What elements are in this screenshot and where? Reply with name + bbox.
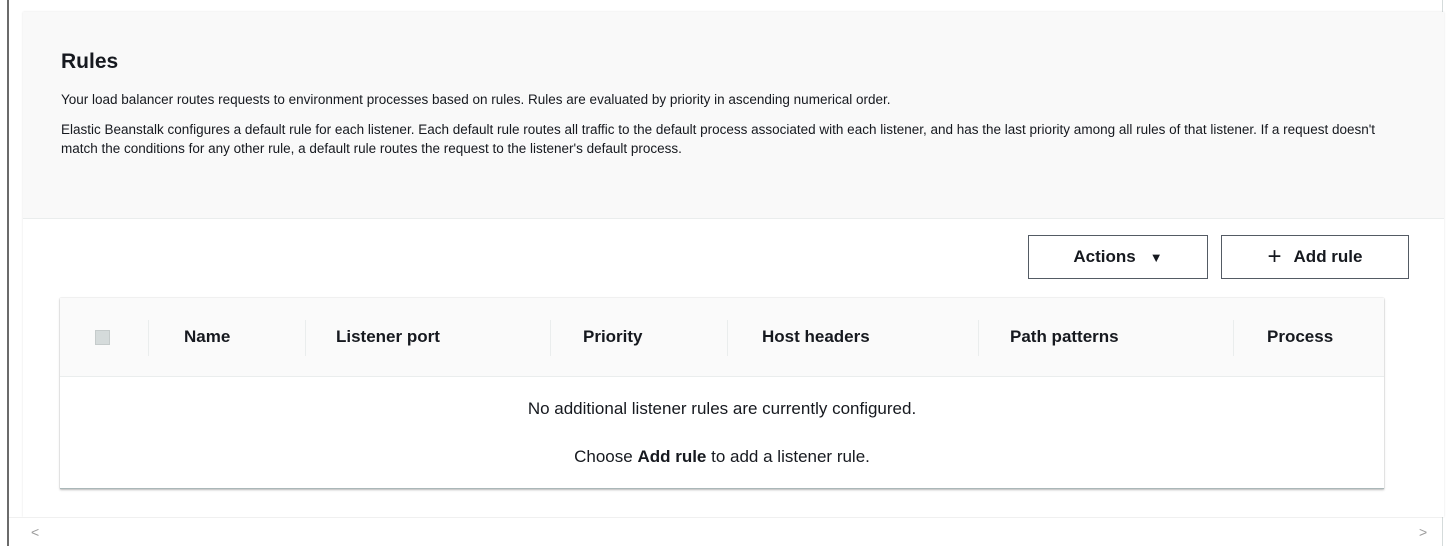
caret-down-icon: ▼: [1149, 249, 1163, 265]
panel-title: Rules: [61, 50, 119, 73]
empty-hint-prefix: Choose: [574, 447, 633, 466]
column-header-host-headers[interactable]: Host headers: [762, 298, 870, 376]
empty-hint-emphasis: Add rule: [637, 447, 707, 466]
column-separator: [550, 320, 551, 356]
scroll-left-icon[interactable]: <: [31, 524, 39, 540]
rules-table: Name Listener port Priority Host headers…: [60, 298, 1384, 489]
add-rule-label: Add rule: [1293, 247, 1363, 266]
column-separator: [727, 320, 728, 356]
window-frame: Rules Your load balancer routes requests…: [7, 0, 1444, 546]
actions-dropdown-button[interactable]: Actions ▼: [1028, 235, 1208, 279]
plus-icon: +: [1267, 243, 1282, 270]
empty-state-hint: Choose Add rule to add a listener rule.: [60, 447, 1384, 467]
column-header-name[interactable]: Name: [184, 298, 230, 376]
panel-header: Rules Your load balancer routes requests…: [23, 12, 1444, 219]
column-header-priority[interactable]: Priority: [583, 298, 643, 376]
column-header-path-patterns[interactable]: Path patterns: [1010, 298, 1119, 376]
actions-label: Actions: [1073, 247, 1136, 266]
rules-description: Your load balancer routes requests to en…: [61, 92, 891, 107]
horizontal-scrollbar[interactable]: < >: [9, 517, 1442, 547]
empty-state-message: No additional listener rules are current…: [527, 399, 917, 418]
column-separator: [305, 320, 306, 356]
column-separator: [1233, 320, 1234, 356]
column-header-listener-port[interactable]: Listener port: [336, 298, 440, 376]
column-separator: [148, 320, 149, 356]
column-header-process[interactable]: Process: [1267, 298, 1333, 376]
default-rule-description: Elastic Beanstalk configures a default r…: [61, 122, 1376, 156]
add-rule-button[interactable]: + Add rule: [1221, 235, 1409, 279]
scroll-right-icon[interactable]: >: [1419, 524, 1427, 540]
empty-hint-suffix: to add a listener rule.: [711, 447, 870, 466]
rules-panel: Rules Your load balancer routes requests…: [23, 12, 1444, 517]
table-header: Name Listener port Priority Host headers…: [60, 298, 1384, 377]
select-all-checkbox[interactable]: [95, 330, 110, 345]
column-separator: [978, 320, 979, 356]
